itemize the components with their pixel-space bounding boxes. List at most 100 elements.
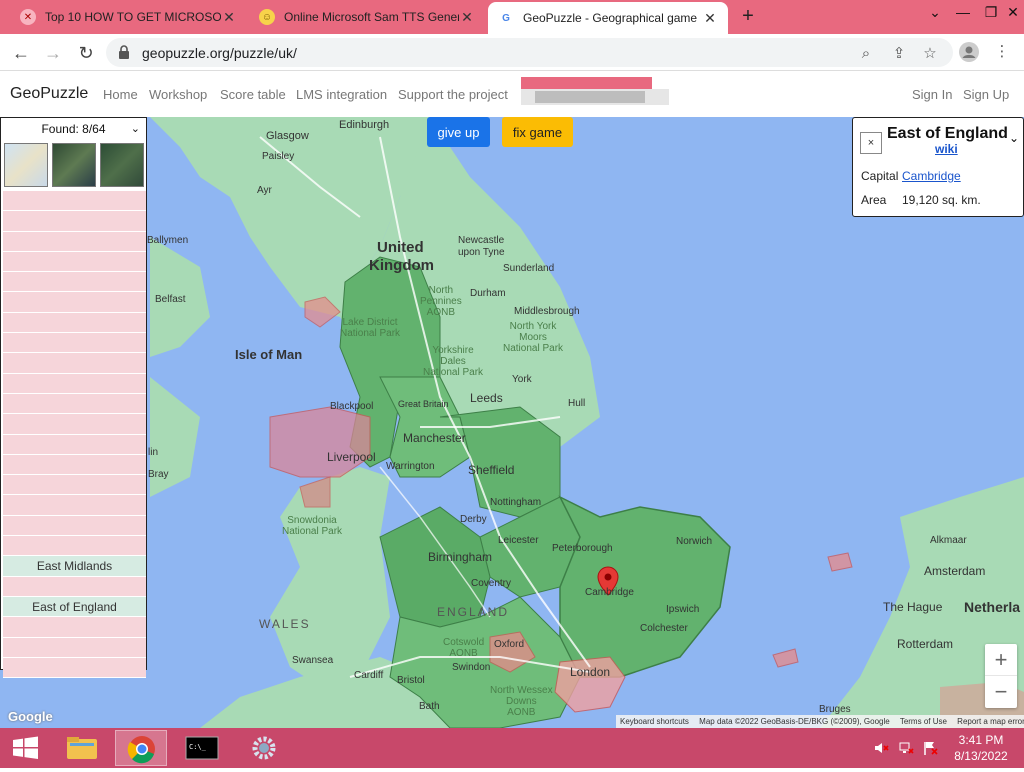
empty-region-slot: [3, 333, 146, 354]
google-logo[interactable]: Google: [8, 709, 53, 724]
forward-arrow-icon[interactable]: →: [40, 40, 66, 66]
wiki-link[interactable]: wiki: [935, 142, 958, 156]
empty-region-slot: [3, 231, 146, 252]
map-label: Kingdom: [369, 257, 434, 274]
map-label: Newcastle: [458, 235, 505, 246]
empty-region-slot: [3, 515, 146, 537]
found-region-item[interactable]: East of England: [3, 596, 146, 618]
map-label: Liverpool: [327, 450, 376, 464]
map-label: Great Britain: [398, 399, 449, 409]
map-thumbnail-light[interactable]: [4, 143, 48, 187]
empty-region-slot: [3, 637, 146, 658]
address-bar[interactable]: geopuzzle.org/puzzle/uk/ ⌕ ⇪ ☆: [106, 38, 953, 67]
nav-home[interactable]: Home: [103, 87, 138, 102]
url-text: geopuzzle.org/puzzle/uk/: [142, 45, 297, 61]
zoom-magnifier-icon[interactable]: ⌕: [856, 44, 876, 64]
map-attribution: Keyboard shortcuts Map data ©2022 GeoBas…: [616, 715, 1024, 728]
browser-toolbar: ← → ↻ geopuzzle.org/puzzle/uk/ ⌕ ⇪ ☆ ⋮: [0, 34, 1024, 71]
map-data-text: Map data ©2022 GeoBasis-DE/BKG (©2009), …: [699, 717, 890, 726]
file-explorer-icon[interactable]: [56, 730, 108, 766]
map-label: Colchester: [640, 623, 688, 634]
chevron-down-icon[interactable]: ⌄: [1009, 131, 1019, 145]
sign-up-link[interactable]: Sign Up: [963, 87, 1009, 102]
lock-icon: [119, 45, 129, 59]
kebab-menu-icon[interactable]: ⋮: [992, 42, 1012, 62]
map-label: Ayr: [257, 185, 272, 196]
windows-start-icon[interactable]: [0, 730, 52, 766]
tab-close-icon[interactable]: ✕: [459, 9, 475, 26]
tab-favicon-icon: ☺: [259, 9, 275, 25]
tab-close-icon[interactable]: ✕: [702, 10, 718, 27]
ad-banner[interactable]: [521, 77, 669, 105]
fix-game-button[interactable]: fix game: [502, 117, 573, 147]
map-label: Snowdonia National Park: [282, 515, 343, 537]
nav-workshop[interactable]: Workshop: [149, 87, 207, 102]
capital-link[interactable]: Cambridge: [902, 169, 961, 183]
map-zoom-controls: + −: [985, 644, 1017, 708]
system-clock[interactable]: 3:41 PM 8/13/2022: [948, 732, 1014, 764]
volume-muted-icon[interactable]: [873, 740, 889, 756]
map-label: Swindon: [452, 662, 491, 673]
report-error-link[interactable]: Report a map error: [957, 717, 1024, 726]
map-label: Leeds: [470, 391, 503, 405]
map-label: Cotswold AONB: [443, 637, 485, 659]
tab-close-icon[interactable]: ✕: [221, 9, 237, 26]
network-icon[interactable]: [898, 740, 914, 756]
tab-favicon-icon: G: [502, 12, 510, 24]
map-label: Oxford: [494, 639, 525, 650]
keyboard-shortcuts-link[interactable]: Keyboard shortcuts: [620, 717, 689, 726]
empty-region-slot: [3, 373, 146, 394]
empty-region-slot: [3, 576, 146, 597]
map-label: Peterborough: [552, 543, 613, 554]
found-region-item[interactable]: East Midlands: [3, 556, 146, 577]
windows-taskbar: C:\_ 3:41 PM 8/13/2022: [0, 728, 1024, 768]
map-label: Paisley: [262, 151, 295, 162]
map-label: York: [512, 374, 532, 385]
nav-score-table[interactable]: Score table: [220, 87, 286, 102]
map-thumbnail-terrain[interactable]: [100, 143, 144, 187]
site-logo[interactable]: GeoPuzzle: [10, 85, 88, 103]
map-label: Belfast: [155, 294, 186, 305]
profile-avatar-icon[interactable]: [959, 42, 979, 62]
reload-icon[interactable]: ↻: [73, 40, 99, 66]
give-up-button[interactable]: give up: [427, 117, 490, 147]
zoom-in-button[interactable]: +: [985, 644, 1017, 676]
empty-region-slot: [3, 292, 146, 313]
map-label: Amsterdam: [924, 564, 986, 578]
command-prompt-icon[interactable]: C:\_: [176, 730, 228, 766]
zoom-out-button[interactable]: −: [985, 676, 1017, 708]
puzzle-map[interactable]: Glasgow Edinburgh Paisley Ayr United Kin…: [0, 117, 1024, 728]
map-label: Bath: [419, 701, 440, 712]
empty-region-slot: [3, 191, 146, 212]
map-label: Ballymen: [147, 235, 189, 246]
tab-title: Online Microsoft Sam TTS Generator: [284, 10, 459, 24]
empty-region-slot: [3, 272, 146, 293]
map-thumbnail-satellite[interactable]: [52, 143, 96, 187]
map-label: London: [570, 665, 611, 679]
site-header: GeoPuzzle Home Workshop Score table LMS …: [0, 71, 1024, 117]
tab-top10[interactable]: ✕ Top 10 HOW TO GET MICROSOFT ✕: [10, 0, 247, 34]
clock-time: 3:41 PM: [958, 733, 1004, 747]
action-center-flag-icon[interactable]: [922, 740, 938, 756]
share-icon[interactable]: ⇪: [889, 44, 909, 64]
terms-link[interactable]: Terms of Use: [900, 717, 947, 726]
new-tab-plus-icon[interactable]: +: [736, 4, 760, 28]
back-arrow-icon[interactable]: ←: [8, 40, 34, 66]
settings-gear-icon[interactable]: [238, 730, 290, 766]
empty-region-slot: [3, 414, 146, 435]
map-label: Bray: [148, 469, 169, 480]
map-label: Blackpool: [330, 401, 374, 412]
close-icon[interactable]: ×: [860, 132, 882, 154]
map-label: Derby: [460, 514, 487, 525]
tab-title: GeoPuzzle - Geographical game: [523, 11, 698, 25]
tab-geopuzzle[interactable]: G GeoPuzzle - Geographical game ✕: [488, 2, 728, 34]
nav-lms-integration[interactable]: LMS integration: [296, 87, 387, 102]
sign-in-link[interactable]: Sign In: [912, 87, 952, 102]
map-label: Coventry: [471, 578, 512, 589]
bookmark-star-icon[interactable]: ☆: [920, 44, 940, 64]
found-counter-dropdown[interactable]: Found: 8/64 ⌄: [1, 122, 146, 140]
tab-tts-generator[interactable]: ☺ Online Microsoft Sam TTS Generator ✕: [249, 0, 485, 34]
chrome-taskbar-icon[interactable]: [115, 730, 167, 766]
nav-support-project[interactable]: Support the project: [398, 87, 508, 102]
window-close-icon[interactable]: ✕: [996, 0, 1024, 28]
